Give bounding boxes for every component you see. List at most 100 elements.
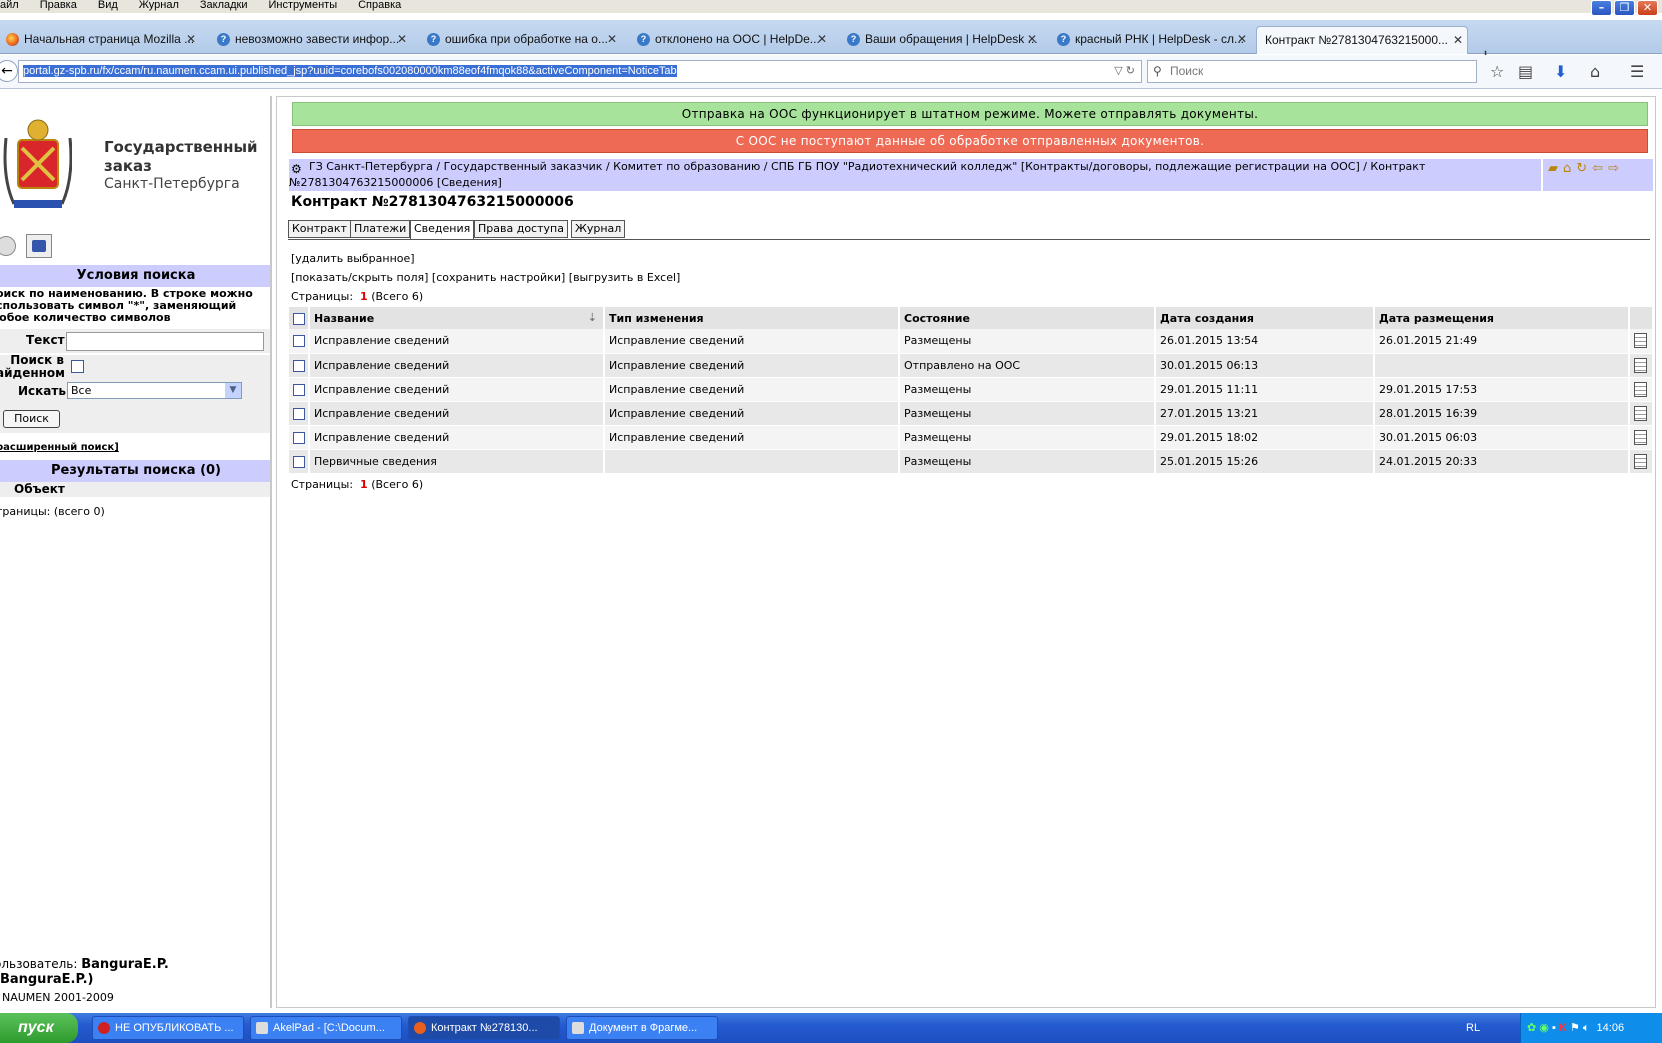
tray-flag-icon[interactable]: ⚑ (1570, 1022, 1580, 1034)
column-header-published[interactable]: Дата размещения (1374, 307, 1630, 329)
restore-icon[interactable]: ❐ (1614, 0, 1635, 16)
download-arrow-icon[interactable]: ⬇ (1554, 63, 1567, 81)
volume-icon[interactable]: 🔈︎ (1583, 1022, 1590, 1034)
taskbar-item-akelpad[interactable]: AkelPad - [C:\Docum... (250, 1016, 402, 1040)
column-header-change-type[interactable]: Тип изменения (604, 307, 900, 329)
row-checkbox[interactable] (293, 455, 305, 468)
hamburger-menu-icon[interactable]: ☰ (1630, 63, 1644, 81)
home-icon[interactable]: ⌂ (1590, 63, 1600, 81)
document-icon[interactable] (1634, 405, 1647, 421)
document-icon[interactable] (1634, 357, 1647, 373)
bookmark-star-icon[interactable]: ☆ (1490, 63, 1504, 81)
cell-name[interactable]: Исправление сведений (309, 329, 605, 354)
back-arrow-icon[interactable]: ⇦ (1592, 161, 1603, 176)
tray-network-icon[interactable]: ◉ (1539, 1022, 1549, 1034)
refresh-icon[interactable]: ↻ (1576, 161, 1587, 176)
cell-name[interactable]: Исправление сведений (309, 401, 605, 426)
table-row[interactable]: Исправление сведений Исправление сведени… (289, 377, 1654, 402)
minimize-icon[interactable]: – (1591, 0, 1612, 16)
table-row[interactable]: Исправление сведений Исправление сведени… (289, 425, 1654, 450)
close-tab-icon[interactable]: ✕ (186, 26, 196, 52)
browser-tab-helpdesk-2[interactable]: ? ошибка при обработке на о... ✕ (423, 26, 621, 54)
row-checkbox[interactable] (293, 359, 305, 372)
search-in-found-checkbox[interactable] (71, 360, 84, 373)
browser-tab-helpdesk-4[interactable]: ? Ваши обращения | HelpDesk ... ✕ (843, 26, 1041, 54)
tab-contract[interactable]: Контракт (288, 220, 351, 238)
browser-tab-helpdesk-5[interactable]: ? красный РНК | HelpDesk - сл... ✕ (1053, 26, 1251, 54)
table-row[interactable]: Первичные сведения Размещены 25.01.2015 … (289, 449, 1654, 474)
forward-arrow-icon[interactable]: ⇨ (1608, 161, 1619, 176)
delete-selected-link[interactable]: [удалить выбранное] (291, 252, 415, 265)
close-tab-icon[interactable]: ✕ (817, 26, 827, 52)
reload-icon[interactable]: ↻ (1126, 65, 1135, 77)
taskbar-item-document[interactable]: Документ в Фрагме... (566, 1016, 718, 1040)
close-tab-icon[interactable]: ✕ (1453, 27, 1463, 53)
dropdown-arrow-icon[interactable]: ▽ (1114, 65, 1122, 77)
close-tab-icon[interactable]: ✕ (1027, 26, 1037, 52)
column-header-created[interactable]: Дата создания (1155, 307, 1375, 329)
tab-payments[interactable]: Платежи (350, 220, 411, 238)
document-icon[interactable] (1634, 429, 1647, 445)
cell-name[interactable]: Первичные сведения (309, 449, 605, 474)
bookmarks-list-icon[interactable]: ▤ (1518, 63, 1533, 81)
kaspersky-icon[interactable]: K (1559, 1022, 1567, 1034)
browser-search-input[interactable]: ⚲ Поиск (1147, 60, 1477, 83)
document-icon[interactable] (1634, 333, 1647, 349)
pager-current-page[interactable]: 1 (360, 290, 368, 303)
folder-icon[interactable]: ▰ (1548, 161, 1558, 176)
document-icon[interactable] (1634, 381, 1647, 397)
home-icon[interactable]: ⌂ (1563, 161, 1571, 176)
row-checkbox[interactable] (293, 431, 305, 444)
document-icon[interactable] (1634, 453, 1647, 469)
close-window-icon[interactable]: ✕ (1637, 0, 1658, 16)
browser-tab-helpdesk-3[interactable]: ? отклонено на ООС | HelpDe... ✕ (633, 26, 831, 54)
menu-file[interactable]: айл (0, 0, 19, 11)
menu-history[interactable]: Журнал (139, 0, 179, 11)
sort-arrow-icon[interactable]: ⇣ (588, 311, 597, 324)
menu-view[interactable]: Вид (98, 0, 118, 11)
camera-mode-icon[interactable] (26, 234, 52, 258)
tray-app-icon[interactable]: ✿ (1527, 1022, 1536, 1034)
pager-current-page[interactable]: 1 (360, 478, 368, 491)
language-indicator[interactable]: RL (1466, 1013, 1480, 1043)
menu-help[interactable]: Справка (358, 0, 401, 11)
cell-name[interactable]: Исправление сведений (309, 425, 605, 450)
search-in-select[interactable]: Все ▼ (67, 382, 242, 399)
breadcrumb-line2[interactable]: №2781304763215000006 [Сведения] (289, 175, 1541, 191)
radio-mode-icon[interactable] (0, 236, 16, 256)
table-row[interactable]: Исправление сведений Исправление сведени… (289, 329, 1654, 354)
search-text-input[interactable] (66, 332, 264, 351)
cell-name[interactable]: Исправление сведений (309, 377, 605, 402)
browser-tab-helpdesk-1[interactable]: ? невозможно завести инфор... ✕ (213, 26, 411, 54)
table-row[interactable]: Исправление сведений Исправление сведени… (289, 353, 1654, 378)
browser-tab-mozilla-start[interactable]: Начальная страница Mozilla ... ✕ (2, 26, 200, 54)
menu-tools[interactable]: Инструменты (269, 0, 338, 11)
cell-name[interactable]: Исправление сведений (309, 353, 605, 378)
advanced-search-link[interactable]: расширенный поиск] (0, 442, 119, 453)
search-button[interactable]: Поиск (3, 410, 60, 428)
tab-info[interactable]: Сведения (410, 220, 475, 240)
toggle-fields-link[interactable]: [показать/скрыть поля] (291, 271, 428, 284)
table-row[interactable]: Исправление сведений Исправление сведени… (289, 401, 1654, 426)
close-tab-icon[interactable]: ✕ (607, 26, 617, 52)
row-checkbox[interactable] (293, 335, 305, 348)
tab-journal[interactable]: Журнал (571, 220, 626, 238)
close-tab-icon[interactable]: ✕ (1237, 26, 1247, 52)
close-tab-icon[interactable]: ✕ (397, 26, 407, 52)
back-arrow-icon[interactable]: ← (0, 60, 18, 82)
column-header-name[interactable]: Название ⇣ (309, 307, 605, 329)
export-excel-link[interactable]: [выгрузить в Excel] (569, 271, 681, 284)
address-bar[interactable]: portal.gz-spb.ru/fx/ccam/ru.naumen.ccam.… (18, 60, 1142, 83)
save-settings-link[interactable]: [сохранить настройки] (432, 271, 565, 284)
select-all-checkbox[interactable] (293, 312, 305, 325)
row-checkbox[interactable] (293, 383, 305, 396)
tab-access-rights[interactable]: Права доступа (474, 220, 568, 238)
menu-bookmarks[interactable]: Закладки (200, 0, 248, 11)
start-button[interactable]: пуск (0, 1013, 78, 1043)
taskbar-item-firefox[interactable]: Контракт №278130... (408, 1016, 560, 1040)
browser-tab-contract[interactable]: Контракт №2781304763215000... ✕ (1256, 26, 1468, 54)
column-header-state[interactable]: Состояние (899, 307, 1156, 329)
taskbar-item-opera[interactable]: НЕ ОПУБЛИКОВАТЬ ... (92, 1016, 244, 1040)
menu-edit[interactable]: Правка (40, 0, 77, 11)
breadcrumb-line1[interactable]: ГЗ Санкт-Петербурга / Государственный за… (309, 159, 1541, 175)
